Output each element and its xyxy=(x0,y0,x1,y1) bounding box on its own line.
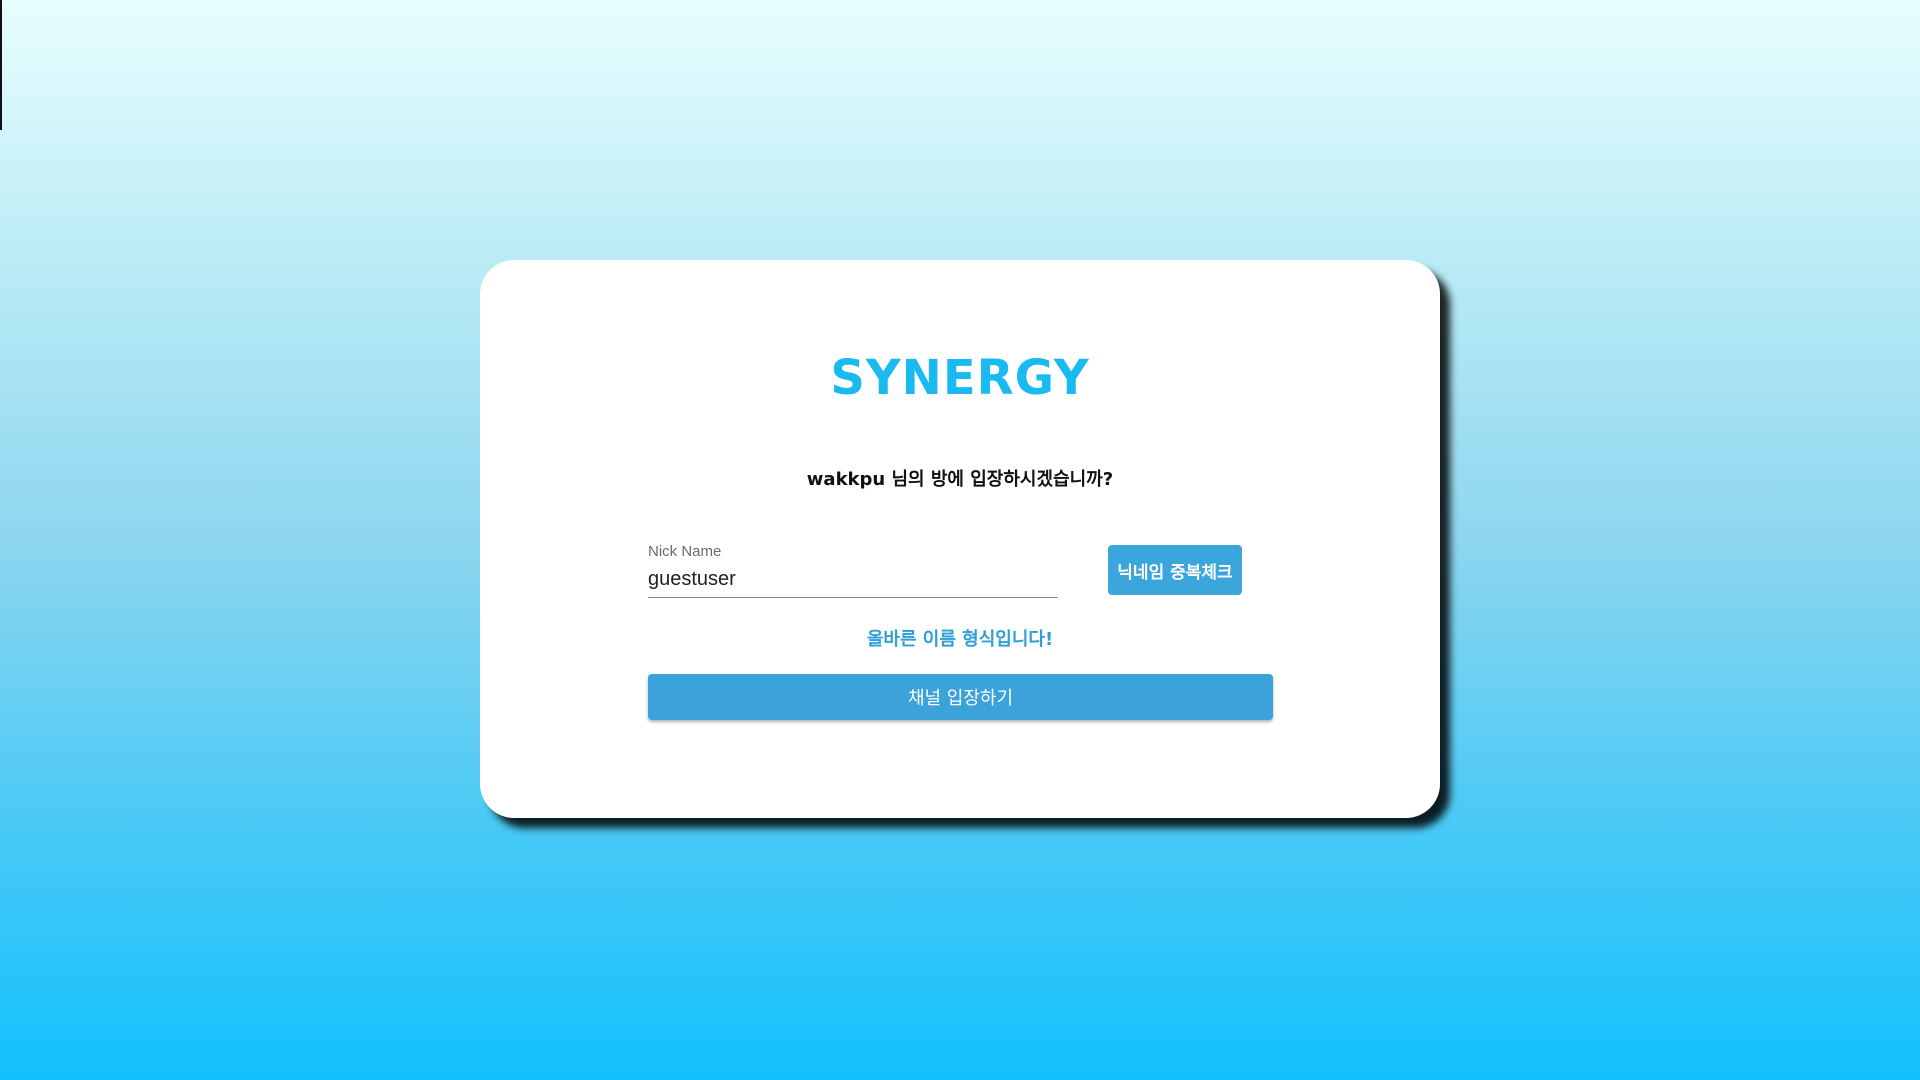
app-logo: SYNERGY xyxy=(830,350,1090,406)
nickname-field: Nick Name xyxy=(648,543,1058,598)
entry-card: SYNERGY wakkpu 님의 방에 입장하시겠습니까? Nick Name… xyxy=(480,260,1440,818)
nickname-label: Nick Name xyxy=(648,543,722,560)
room-entry-prompt: wakkpu 님의 방에 입장하시겠습니까? xyxy=(806,469,1114,490)
validation-message: 올바른 이름 형식입니다! xyxy=(866,629,1054,650)
enter-channel-button[interactable]: 채널 입장하기 xyxy=(648,674,1273,720)
nickname-input[interactable] xyxy=(648,566,1058,598)
duplicate-check-button[interactable]: 닉네임 중복체크 xyxy=(1108,545,1242,595)
window-edge xyxy=(0,0,2,130)
